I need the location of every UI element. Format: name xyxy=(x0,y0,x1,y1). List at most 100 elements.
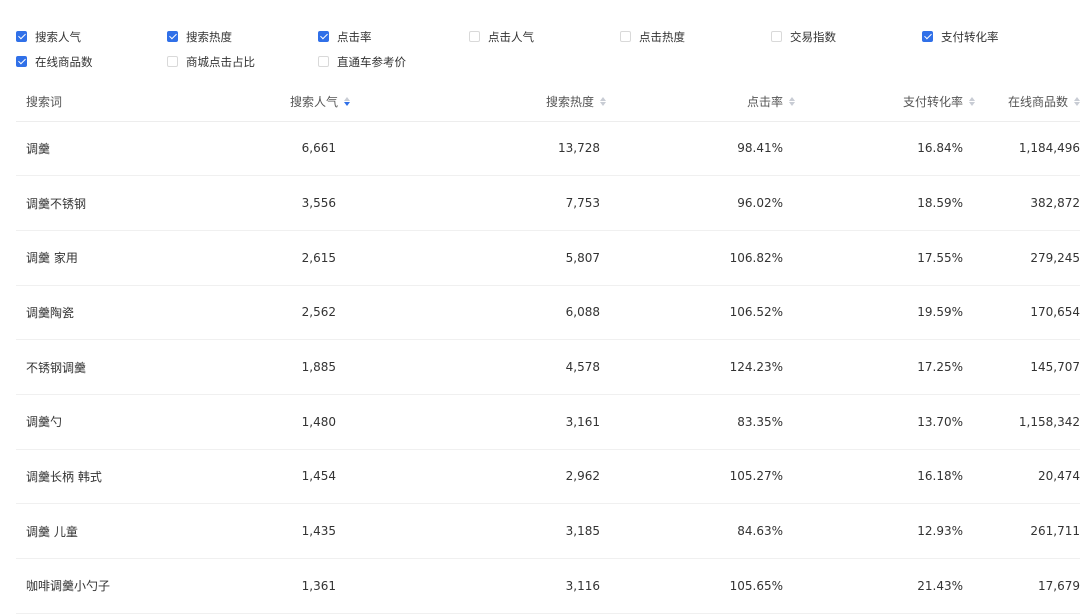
table-row[interactable]: 调羹长柄 韩式 1,454 2,962 105.27% 16.18% 20,474 xyxy=(16,449,1080,505)
metric-value-cell: 7,753 xyxy=(430,175,606,231)
metric-checkbox-option[interactable]: 直通车参考价 xyxy=(318,54,469,70)
checked-checkbox-icon[interactable] xyxy=(16,56,27,67)
unchecked-checkbox-icon[interactable] xyxy=(771,31,782,42)
metric-value-cell: 3,116 xyxy=(430,558,606,614)
column-header-label: 搜索词 xyxy=(26,94,63,109)
search-term-cell: 调羹不锈钢 xyxy=(16,175,244,231)
column-header-label: 在线商品数 xyxy=(1007,94,1068,109)
metric-value-cell: 13.70% xyxy=(795,394,975,450)
column-header[interactable]: 搜索人气 xyxy=(244,82,430,122)
checked-checkbox-icon[interactable] xyxy=(16,31,27,42)
table-row[interactable]: 调羹陶瓷 2,562 6,088 106.52% 19.59% 170,654 xyxy=(16,285,1080,341)
table-header: 搜索词 搜索人气 搜索热度 点击率 支付转化率 在线商品数 xyxy=(16,82,1080,122)
sort-ascending-icon[interactable] xyxy=(344,96,350,101)
table-row[interactable]: 调羹 儿童 1,435 3,185 84.63% 12.93% 261,711 xyxy=(16,503,1080,559)
metric-checkbox-option[interactable]: 搜索热度 xyxy=(167,29,318,45)
sort-ascending-icon[interactable] xyxy=(969,96,975,101)
metric-checkbox-option[interactable]: 交易指数 xyxy=(771,29,922,45)
search-term-cell: 调羹长柄 韩式 xyxy=(16,449,244,505)
metric-checkbox-label: 点击热度 xyxy=(639,29,685,44)
metric-value-cell: 6,088 xyxy=(430,285,606,341)
metric-value-cell: 170,654 xyxy=(975,285,1080,341)
metric-checkbox-label: 搜索人气 xyxy=(35,29,81,44)
sort-ascending-icon[interactable] xyxy=(789,96,795,101)
metric-value-cell: 382,872 xyxy=(975,175,1080,231)
metric-checkbox-option[interactable]: 在线商品数 xyxy=(16,54,167,70)
sort-descending-icon[interactable] xyxy=(789,101,795,106)
metric-value-cell: 16.18% xyxy=(795,449,975,505)
metric-value-cell: 1,454 xyxy=(244,449,430,505)
metric-value-cell: 3,556 xyxy=(244,175,430,231)
metric-value-cell: 106.82% xyxy=(606,230,795,286)
metric-checkbox-option[interactable]: 点击率 xyxy=(318,29,469,45)
table-row[interactable]: 不锈钢调羹 1,885 4,578 124.23% 17.25% 145,707 xyxy=(16,339,1080,395)
metric-value-cell: 17.25% xyxy=(795,339,975,395)
column-header[interactable]: 支付转化率 xyxy=(795,82,975,122)
metric-value-cell: 17,679 xyxy=(975,558,1080,614)
sort-ascending-icon[interactable] xyxy=(600,96,606,101)
unchecked-checkbox-icon[interactable] xyxy=(620,31,631,42)
sort-descending-icon[interactable] xyxy=(969,101,975,106)
metric-checkbox-label: 商城点击占比 xyxy=(186,54,255,69)
checked-checkbox-icon[interactable] xyxy=(167,31,178,42)
metric-checkbox-label: 直通车参考价 xyxy=(337,54,406,69)
column-header[interactable]: 搜索热度 xyxy=(430,82,606,122)
sort-descending-icon[interactable] xyxy=(600,101,606,106)
filter-row: 搜索人气 搜索热度 点击率 点击人气 点击热度 交易指数 支付转化率 xyxy=(16,24,1080,49)
metric-checkbox-option[interactable]: 点击热度 xyxy=(620,29,771,45)
unchecked-checkbox-icon[interactable] xyxy=(469,31,480,42)
metric-checkbox-option[interactable]: 点击人气 xyxy=(469,29,620,45)
column-header-label: 搜索人气 xyxy=(289,94,338,109)
column-header[interactable]: 在线商品数 xyxy=(975,82,1080,122)
sort-icon[interactable] xyxy=(969,96,975,106)
sort-icon[interactable] xyxy=(344,96,350,106)
metric-value-cell: 5,807 xyxy=(430,230,606,286)
metric-value-cell: 6,661 xyxy=(244,121,430,177)
metric-checkbox-label: 交易指数 xyxy=(790,29,836,44)
column-header-cell: 点击率 xyxy=(747,93,795,110)
metric-value-cell: 1,885 xyxy=(244,339,430,395)
sort-descending-icon[interactable] xyxy=(1074,101,1080,106)
metric-checkbox-option[interactable]: 搜索人气 xyxy=(16,29,167,45)
column-header-label: 搜索热度 xyxy=(545,94,594,109)
column-header-label: 点击率 xyxy=(746,94,783,109)
column-header-cell: 搜索人气 xyxy=(290,93,350,110)
metric-value-cell: 2,562 xyxy=(244,285,430,341)
sort-icon[interactable] xyxy=(1074,96,1080,106)
table-row[interactable]: 调羹勺 1,480 3,161 83.35% 13.70% 1,158,342 xyxy=(16,394,1080,450)
metric-checkbox-option[interactable]: 支付转化率 xyxy=(922,29,1073,45)
sort-descending-icon[interactable] xyxy=(344,101,350,106)
sort-icon[interactable] xyxy=(789,96,795,106)
column-header[interactable]: 点击率 xyxy=(606,82,795,122)
column-header-cell: 在线商品数 xyxy=(1008,93,1080,110)
table-body: 调羹 6,661 13,728 98.41% 16.84% 1,184,496 调羹不锈钢 3… xyxy=(16,121,1080,614)
metric-value-cell: 17.55% xyxy=(795,230,975,286)
sort-icon[interactable] xyxy=(600,96,606,106)
table-row[interactable]: 调羹 家用 2,615 5,807 106.82% 17.55% 279,245 xyxy=(16,230,1080,286)
table-row[interactable]: 调羹 6,661 13,728 98.41% 16.84% 1,184,496 xyxy=(16,121,1080,177)
metric-checkbox-option[interactable]: 商城点击占比 xyxy=(167,54,318,70)
metric-value-cell: 106.52% xyxy=(606,285,795,341)
metric-value-cell: 83.35% xyxy=(606,394,795,450)
table-row[interactable]: 调羹不锈钢 3,556 7,753 96.02% 18.59% 382,872 xyxy=(16,175,1080,231)
metric-checkbox-label: 点击人气 xyxy=(488,29,534,44)
metric-value-cell: 20,474 xyxy=(975,449,1080,505)
metric-value-cell: 96.02% xyxy=(606,175,795,231)
search-term-cell: 调羹 xyxy=(16,121,244,177)
metric-value-cell: 13,728 xyxy=(430,121,606,177)
metric-checkbox-label: 点击率 xyxy=(337,29,372,44)
metric-value-cell: 4,578 xyxy=(430,339,606,395)
metric-value-cell: 124.23% xyxy=(606,339,795,395)
metric-value-cell: 3,185 xyxy=(430,503,606,559)
checked-checkbox-icon[interactable] xyxy=(922,31,933,42)
checked-checkbox-icon[interactable] xyxy=(318,31,329,42)
metric-value-cell: 1,158,342 xyxy=(975,394,1080,450)
metric-value-cell: 1,480 xyxy=(244,394,430,450)
metric-value-cell: 98.41% xyxy=(606,121,795,177)
unchecked-checkbox-icon[interactable] xyxy=(318,56,329,67)
sort-ascending-icon[interactable] xyxy=(1074,96,1080,101)
metric-value-cell: 84.63% xyxy=(606,503,795,559)
table-row[interactable]: 咖啡调羹小勺子 1,361 3,116 105.65% 21.43% 17,679 xyxy=(16,558,1080,614)
filter-row: 在线商品数 商城点击占比 直通车参考价 xyxy=(16,49,1080,74)
unchecked-checkbox-icon[interactable] xyxy=(167,56,178,67)
